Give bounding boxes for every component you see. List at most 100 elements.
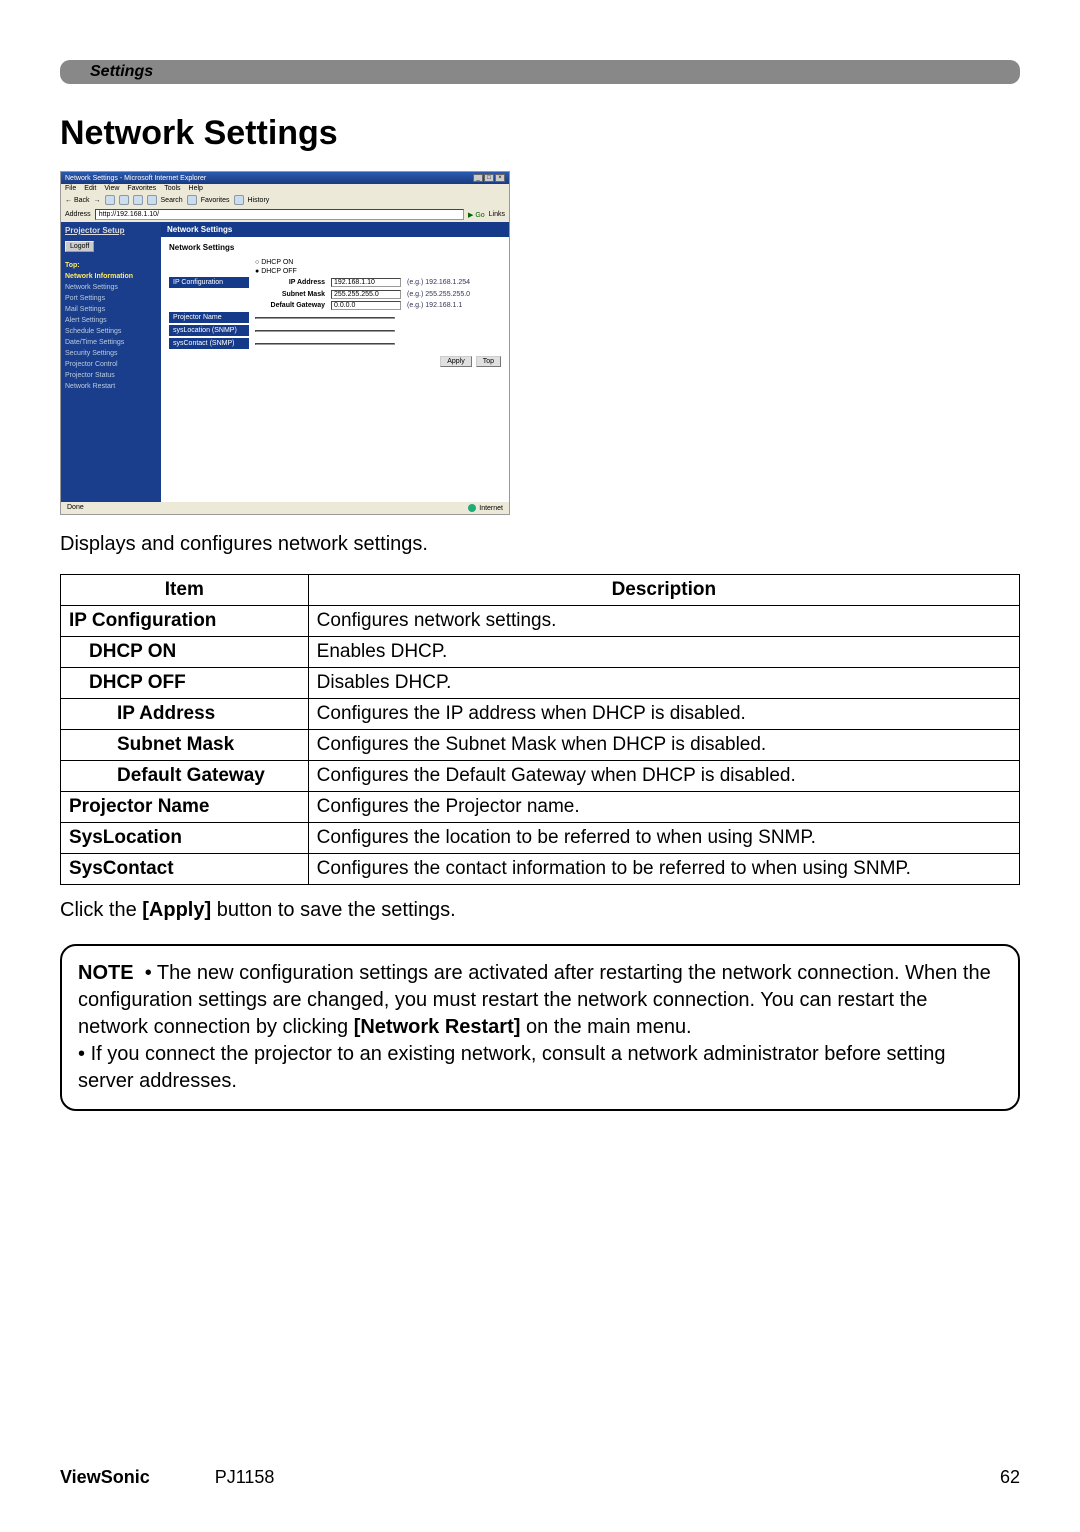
cell-item: IP Configuration bbox=[61, 606, 309, 637]
subnet-label: Subnet Mask bbox=[255, 291, 325, 298]
ip-address-input[interactable]: 192.168.1.10 bbox=[331, 278, 401, 287]
after-table-text: Click the [Apply] button to save the set… bbox=[60, 899, 1020, 922]
cell-item: Subnet Mask bbox=[61, 730, 309, 761]
syslocation-input[interactable] bbox=[255, 330, 395, 332]
sidebar-item-alert-settings[interactable]: Alert Settings bbox=[65, 317, 157, 324]
th-desc: Description bbox=[308, 575, 1019, 606]
note-box: NOTE • The new configuration settings ar… bbox=[60, 944, 1020, 1111]
footer-page-number: 62 bbox=[1000, 1467, 1020, 1488]
header-bar: Settings bbox=[60, 60, 1020, 84]
menu-view[interactable]: View bbox=[104, 185, 119, 192]
browser-addressbar: Address http://192.168.1.10/ ▶ Go Links bbox=[61, 207, 509, 222]
sidebar-item-mail-settings[interactable]: Mail Settings bbox=[65, 306, 157, 313]
forward-button[interactable]: → bbox=[94, 197, 101, 204]
sidebar-item-schedule-settings[interactable]: Schedule Settings bbox=[65, 328, 157, 335]
cell-desc: Configures the contact information to be… bbox=[308, 854, 1019, 885]
browser-titlebar: Network Settings - Microsoft Internet Ex… bbox=[61, 172, 509, 184]
cell-desc: Configures the location to be referred t… bbox=[308, 823, 1019, 854]
section-title: Network Settings bbox=[60, 114, 1020, 153]
cell-desc: Enables DHCP. bbox=[308, 637, 1019, 668]
window-close-icon[interactable]: × bbox=[495, 174, 505, 182]
projector-name-input[interactable] bbox=[255, 317, 395, 319]
table-row: Subnet Mask Configures the Subnet Mask w… bbox=[61, 730, 1020, 761]
search-icon[interactable] bbox=[147, 195, 157, 205]
cell-item: DHCP OFF bbox=[61, 668, 309, 699]
th-item: Item bbox=[61, 575, 309, 606]
address-input[interactable]: http://192.168.1.10/ bbox=[95, 209, 464, 220]
syslocation-label: sysLocation (SNMP) bbox=[169, 325, 249, 336]
page-footer: ViewSonic PJ1158 62 bbox=[60, 1467, 1020, 1488]
table-row: Projector Name Configures the Projector … bbox=[61, 792, 1020, 823]
back-button[interactable]: ← Back bbox=[65, 197, 90, 204]
table-row: IP Configuration Configures network sett… bbox=[61, 606, 1020, 637]
menu-edit[interactable]: Edit bbox=[84, 185, 96, 192]
dhcp-on-radio[interactable]: ○ DHCP ON bbox=[255, 259, 293, 266]
browser-screenshot: Network Settings - Microsoft Internet Ex… bbox=[60, 171, 510, 515]
syscontact-label: sysContact (SNMP) bbox=[169, 338, 249, 349]
cell-item: SysContact bbox=[61, 854, 309, 885]
ip-config-label: IP Configuration bbox=[169, 277, 249, 288]
favorites-icon[interactable] bbox=[187, 195, 197, 205]
cell-item: Default Gateway bbox=[61, 761, 309, 792]
top-button[interactable]: Top bbox=[476, 356, 501, 367]
gateway-hint: (e.g.) 192.168.1.1 bbox=[407, 302, 462, 309]
gateway-label: Default Gateway bbox=[255, 302, 325, 309]
links-label[interactable]: Links bbox=[489, 211, 505, 218]
browser-title: Network Settings - Microsoft Internet Ex… bbox=[65, 175, 206, 182]
window-minimize-icon[interactable]: _ bbox=[473, 174, 483, 182]
gateway-input[interactable]: 0.0.0.0 bbox=[331, 301, 401, 310]
sidebar-title: Projector Setup bbox=[65, 226, 157, 235]
sidebar-item-projector-status[interactable]: Projector Status bbox=[65, 372, 157, 379]
apply-button[interactable]: Apply bbox=[440, 356, 472, 367]
menu-help[interactable]: Help bbox=[189, 185, 203, 192]
sidebar-item-projector-control[interactable]: Projector Control bbox=[65, 361, 157, 368]
logoff-button[interactable]: Logoff bbox=[65, 241, 94, 252]
subnet-input[interactable]: 255.255.255.0 bbox=[331, 290, 401, 299]
footer-brand: ViewSonic bbox=[60, 1467, 150, 1487]
table-row: Default Gateway Configures the Default G… bbox=[61, 761, 1020, 792]
ip-address-hint: (e.g.) 192.168.1.254 bbox=[407, 279, 470, 286]
history-icon[interactable] bbox=[234, 195, 244, 205]
footer-model: PJ1158 bbox=[215, 1467, 275, 1487]
home-icon[interactable] bbox=[133, 195, 143, 205]
cell-desc: Configures the Default Gateway when DHCP… bbox=[308, 761, 1019, 792]
cell-desc: Configures the IP address when DHCP is d… bbox=[308, 699, 1019, 730]
cell-desc: Configures the Projector name. bbox=[308, 792, 1019, 823]
browser-toolbar: ← Back → Search Favorites History bbox=[61, 193, 509, 207]
sidebar-heading[interactable]: Network Information bbox=[65, 273, 157, 280]
browser-statusbar: Done Internet bbox=[61, 502, 509, 514]
window-maximize-icon[interactable]: □ bbox=[484, 174, 494, 182]
sidebar-item-network-settings[interactable]: Network Settings bbox=[65, 284, 157, 291]
sidebar-item-network-restart[interactable]: Network Restart bbox=[65, 383, 157, 390]
sidebar-item-datetime-settings[interactable]: Date/Time Settings bbox=[65, 339, 157, 346]
sidebar: Projector Setup Logoff Top: Network Info… bbox=[61, 222, 161, 502]
settings-table: Item Description IP Configuration Config… bbox=[60, 574, 1020, 885]
globe-icon bbox=[468, 504, 476, 512]
refresh-icon[interactable] bbox=[119, 195, 129, 205]
browser-menubar: File Edit View Favorites Tools Help bbox=[61, 184, 509, 193]
table-row: SysContact Configures the contact inform… bbox=[61, 854, 1020, 885]
ip-address-label: IP Address bbox=[255, 279, 325, 286]
subnet-hint: (e.g.) 255.255.255.0 bbox=[407, 291, 470, 298]
intro-text: Displays and configures network settings… bbox=[60, 533, 1020, 556]
menu-file[interactable]: File bbox=[65, 185, 76, 192]
header-bar-text: Settings bbox=[90, 63, 153, 81]
projector-name-label: Projector Name bbox=[169, 312, 249, 323]
cell-desc: Configures the Subnet Mask when DHCP is … bbox=[308, 730, 1019, 761]
menu-tools[interactable]: Tools bbox=[164, 185, 180, 192]
dhcp-off-radio[interactable]: ● DHCP OFF bbox=[255, 268, 297, 275]
cell-item: DHCP ON bbox=[61, 637, 309, 668]
table-row: SysLocation Configures the location to b… bbox=[61, 823, 1020, 854]
sidebar-item-security-settings[interactable]: Security Settings bbox=[65, 350, 157, 357]
note-label: NOTE bbox=[78, 962, 134, 984]
syscontact-input[interactable] bbox=[255, 343, 395, 345]
main-pane: Network Settings Network Settings ○ DHCP… bbox=[161, 222, 509, 502]
status-zone: Internet bbox=[479, 505, 503, 512]
cell-desc: Configures network settings. bbox=[308, 606, 1019, 637]
sidebar-item-port-settings[interactable]: Port Settings bbox=[65, 295, 157, 302]
go-button[interactable]: ▶ Go bbox=[468, 211, 485, 219]
table-row: DHCP ON Enables DHCP. bbox=[61, 637, 1020, 668]
stop-icon[interactable] bbox=[105, 195, 115, 205]
menu-favorites[interactable]: Favorites bbox=[127, 185, 156, 192]
address-label: Address bbox=[65, 211, 91, 218]
